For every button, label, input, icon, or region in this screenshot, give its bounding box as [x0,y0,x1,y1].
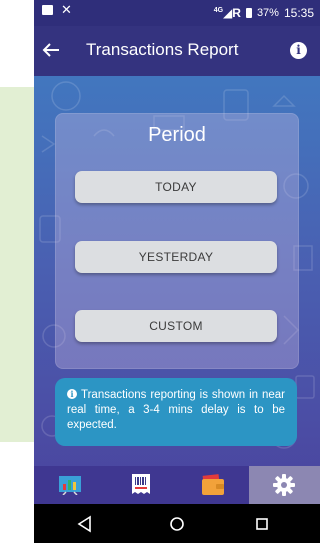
period-title: Period [148,124,206,146]
side-panel [0,87,34,442]
close-notification-icon: ✕ [61,2,72,17]
nav-receipts[interactable] [105,466,177,504]
wallet-icon [201,474,224,495]
page-title: Transactions Report [86,40,239,59]
signal-icon: ◢ [223,6,233,20]
roaming-indicator: R [232,6,241,20]
notice-text: Transactions reporting is shown in near … [67,389,285,431]
gear-icon [273,474,296,496]
chart-icon [58,476,81,495]
app-bar: Transactions Report i [34,26,320,76]
system-nav-bar [34,504,320,543]
status-bar: ✕ 4G◢R 37% 15:35 [34,0,320,26]
period-card: Period TODAY YESTERDAY CUSTOM [55,113,299,369]
network-icon: 4G◢R [214,6,241,20]
back-triangle-icon[interactable] [73,512,97,536]
image-notification-icon [42,5,53,15]
battery-icon [245,8,252,18]
info-icon: i [67,389,77,399]
home-circle-icon[interactable] [165,512,189,536]
arrow-left-icon[interactable] [40,36,62,64]
today-button[interactable]: TODAY [75,171,277,203]
nav-wallet[interactable] [177,466,249,504]
recents-square-icon[interactable] [250,512,274,536]
delay-notice: i Transactions reporting is shown in near… [55,378,297,446]
receipt-barcode-icon [132,474,151,494]
nav-settings[interactable] [248,466,320,504]
phone-screen: ✕ 4G◢R 37% 15:35 Transactions Report i P… [34,0,320,543]
custom-button[interactable]: CUSTOM [75,310,277,342]
clock: 15:35 [283,6,314,20]
battery-level: 37% [256,7,279,19]
bottom-nav [34,466,320,504]
info-icon[interactable]: i [290,42,307,59]
yesterday-button[interactable]: YESTERDAY [75,241,277,273]
network-type: 4G [213,7,224,14]
nav-reports[interactable] [34,466,106,504]
